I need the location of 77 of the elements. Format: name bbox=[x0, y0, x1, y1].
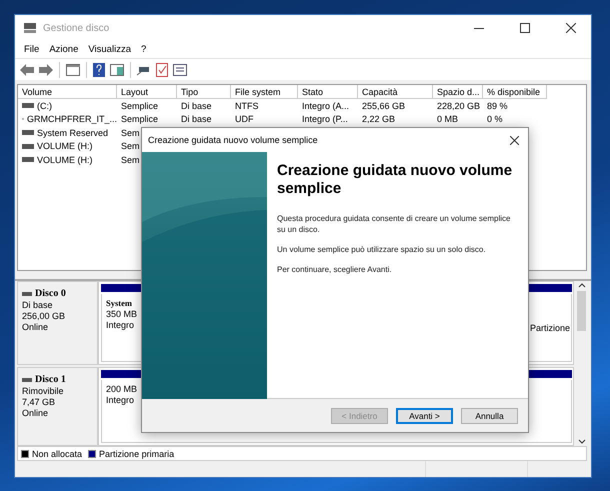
column-header[interactable]: Capacità bbox=[358, 85, 433, 99]
table-cell-text: 228,20 GB bbox=[436, 100, 482, 111]
column-header[interactable]: Tipo bbox=[177, 85, 231, 99]
table-cell: VOLUME (H:) bbox=[18, 141, 117, 152]
menu-item[interactable]: Visualizza bbox=[83, 44, 136, 55]
table-cell-text: UDF bbox=[234, 114, 254, 124]
dialog-button[interactable]: Avanti > bbox=[396, 408, 453, 424]
panel-icon[interactable] bbox=[109, 62, 125, 76]
table-cell-text: Sem bbox=[120, 128, 141, 138]
table-cell-text: Di base bbox=[180, 100, 213, 111]
table-cell-text: Di base bbox=[180, 114, 213, 124]
table-cell-text: 89 % bbox=[486, 100, 509, 111]
column-header[interactable]: Volume bbox=[18, 85, 117, 99]
table-cell-text: Semplice bbox=[120, 100, 160, 111]
column-header[interactable]: Stato bbox=[298, 85, 358, 99]
menu-item[interactable]: ? bbox=[136, 44, 152, 55]
table-cell-text: 2,22 GB bbox=[361, 114, 396, 124]
menu-item[interactable]: File bbox=[19, 44, 44, 55]
drive-icon bbox=[22, 103, 34, 108]
disk-management-icon bbox=[23, 22, 37, 34]
panel-icon[interactable] bbox=[65, 62, 81, 76]
table-cell-text: Semplice bbox=[120, 114, 160, 124]
wizard-text: Questa procedura guidata consente di creare un volume semplice su un disco. bbox=[277, 213, 512, 235]
forward-button[interactable] bbox=[38, 62, 54, 76]
maximize-icon[interactable] bbox=[520, 23, 530, 33]
table-cell: VOLUME (H:) bbox=[18, 154, 117, 165]
legend-label: Non allocata bbox=[32, 448, 82, 458]
scrollbar[interactable] bbox=[574, 281, 589, 446]
table-cell-text: Integro (P... bbox=[301, 114, 349, 124]
disk-name: Disco 0 bbox=[22, 288, 93, 299]
wizard-text: Un volume semplice può utilizzare spazio su un solo disco. bbox=[277, 244, 487, 255]
column-header[interactable]: Spazio d... bbox=[433, 85, 483, 99]
column-header[interactable]: % disponibile bbox=[483, 85, 547, 99]
table-cell-text: 255,66 GB bbox=[361, 100, 406, 111]
help-icon[interactable] bbox=[92, 62, 106, 78]
dialog-button[interactable]: Annulla bbox=[461, 408, 518, 424]
table-cell-text: NTFS bbox=[234, 100, 260, 111]
close-icon[interactable] bbox=[566, 23, 576, 33]
close-icon[interactable] bbox=[510, 136, 518, 144]
table-cell-text: Sem bbox=[120, 141, 141, 152]
wizard-text: Per continuare, scegliere Avanti. bbox=[277, 264, 393, 275]
table-cell: System Reserved bbox=[18, 128, 117, 138]
back-button[interactable] bbox=[19, 62, 35, 76]
drive-icon bbox=[22, 157, 34, 162]
scroll-thumb[interactable] bbox=[577, 291, 586, 331]
checklist-icon[interactable] bbox=[155, 62, 169, 78]
column-header[interactable]: Layout bbox=[117, 85, 177, 99]
drive-icon bbox=[22, 144, 34, 149]
table-cell-text: 0 MB bbox=[436, 114, 460, 124]
legend-label: Partizione primaria bbox=[99, 448, 174, 458]
table-cell-text: Integro (A... bbox=[301, 100, 350, 111]
scroll-up-icon[interactable] bbox=[578, 281, 586, 289]
properties-icon[interactable] bbox=[172, 62, 188, 76]
partition-label: System bbox=[106, 298, 132, 308]
disk-detail: Online bbox=[22, 408, 50, 418]
disk-detail: Online bbox=[22, 322, 50, 332]
window-title: Gestione disco bbox=[43, 22, 110, 34]
disk-name: Disco 1 bbox=[22, 374, 93, 385]
disk-detail: 7,47 GB bbox=[22, 397, 56, 407]
partition-label: Integro bbox=[106, 395, 134, 405]
drive-icon bbox=[22, 130, 34, 136]
column-header[interactable]: File system bbox=[231, 85, 298, 99]
wizard-heading: Creazione guidata nuovo volume semplice bbox=[277, 162, 514, 198]
table-cell-text: Sem bbox=[120, 154, 141, 165]
dialog-title: Creazione guidata nuovo volume semplice bbox=[148, 135, 319, 145]
disk-detail: Rimovibile bbox=[22, 386, 65, 396]
table-cell-text: 0 % bbox=[486, 114, 504, 124]
disk-detail: 256,00 GB bbox=[22, 311, 66, 321]
menu-item[interactable]: Azione bbox=[44, 44, 84, 55]
partition-label: 200 MB bbox=[106, 384, 138, 394]
partition-label: Integro bbox=[106, 320, 134, 330]
table-cell: GRMCHPFRER_IT_... bbox=[18, 114, 117, 124]
partition-label: Partizione bbox=[530, 322, 570, 332]
partition-label: 350 MB bbox=[106, 309, 138, 319]
scroll-down-icon[interactable] bbox=[578, 438, 586, 446]
disk-detail: Di base bbox=[22, 300, 54, 310]
table-cell: (C:) bbox=[18, 100, 117, 111]
